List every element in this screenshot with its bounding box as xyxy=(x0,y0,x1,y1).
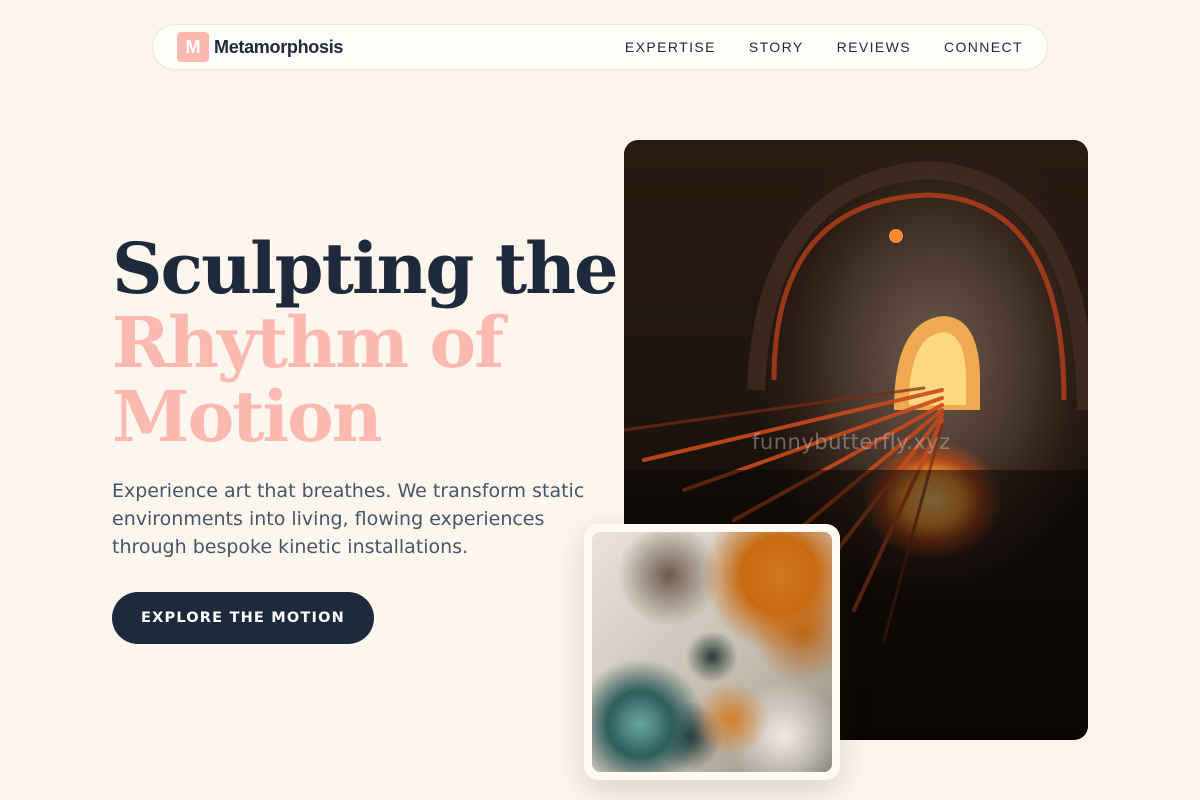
brand-name: Metamorphosis xyxy=(214,36,344,57)
explore-motion-button[interactable]: EXPLORE THE MOTION xyxy=(112,592,374,644)
hero-title: Sculpting the Rhythm of Motion xyxy=(112,227,619,458)
paint-texture-card xyxy=(584,524,840,780)
nav-links: EXPERTISE STORY REVIEWS CONNECT xyxy=(625,39,1023,55)
hero-title-line-3: Motion xyxy=(112,375,383,458)
nav-link-story[interactable]: STORY xyxy=(749,39,804,55)
image-watermark: funnybutterfly.xyz xyxy=(752,430,951,454)
top-nav: M Metamorphosis EXPERTISE STORY REVIEWS … xyxy=(152,24,1048,70)
brand-mark-icon: M xyxy=(177,32,209,62)
hero-description: Experience art that breathes. We transfo… xyxy=(112,480,585,558)
hero-title-line-2: Rhythm of xyxy=(112,301,504,384)
nav-link-connect[interactable]: CONNECT xyxy=(944,39,1023,55)
nav-link-reviews[interactable]: REVIEWS xyxy=(837,39,911,55)
hero-title-line-1: Sculpting the xyxy=(112,227,619,310)
brand-logo[interactable]: M Metamorphosis xyxy=(177,32,343,62)
nav-link-expertise[interactable]: EXPERTISE xyxy=(625,39,716,55)
paint-texture-image xyxy=(592,532,832,772)
